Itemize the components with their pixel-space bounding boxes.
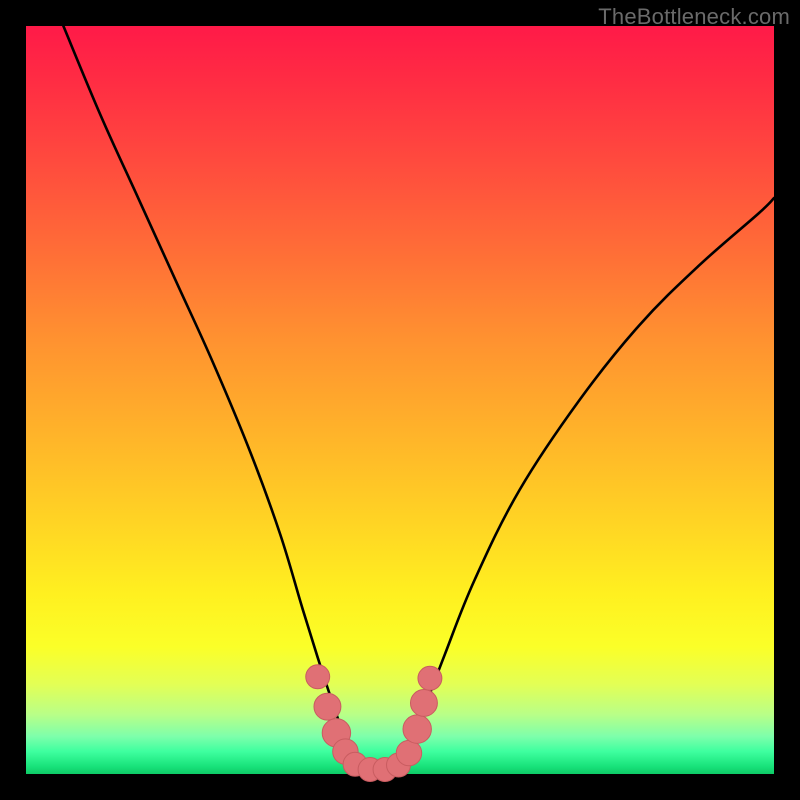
data-marker	[306, 665, 330, 689]
bottleneck-curve	[63, 26, 774, 770]
chart-plot-area	[26, 26, 774, 774]
chart-frame: TheBottleneck.com	[0, 0, 800, 800]
watermark-label: TheBottleneck.com	[598, 4, 790, 30]
data-marker	[410, 689, 437, 716]
data-marker	[403, 715, 431, 743]
data-marker	[396, 740, 421, 765]
data-marker	[314, 693, 341, 720]
chart-svg	[26, 26, 774, 774]
data-marker	[418, 666, 442, 690]
